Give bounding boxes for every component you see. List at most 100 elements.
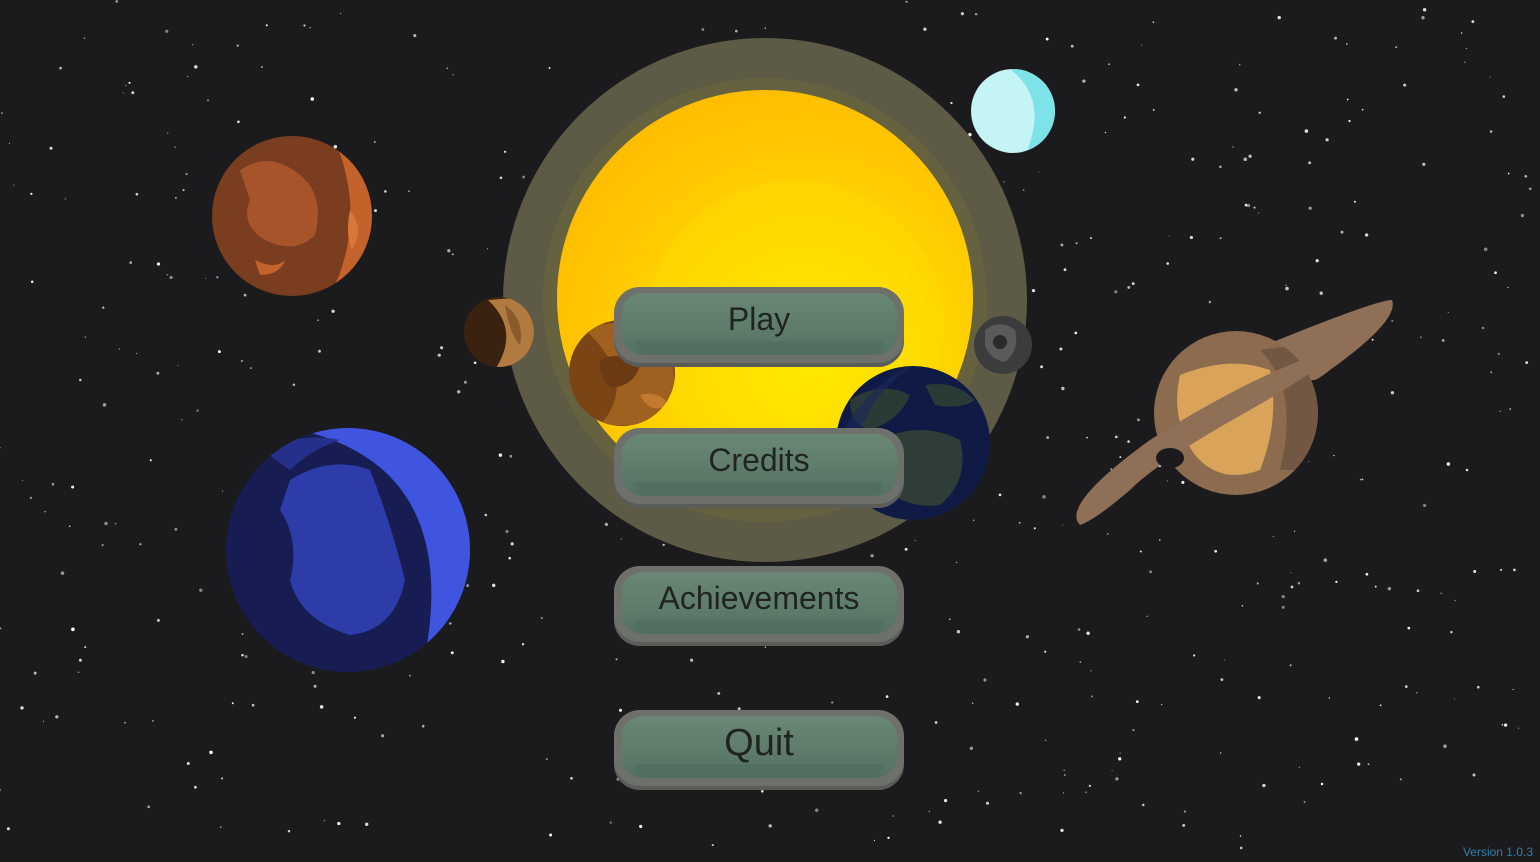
star xyxy=(317,319,319,321)
star xyxy=(243,293,247,297)
star xyxy=(1403,83,1407,87)
star xyxy=(185,173,188,176)
star xyxy=(1086,436,1088,439)
star xyxy=(501,659,505,664)
star xyxy=(318,349,321,353)
star xyxy=(1281,605,1285,609)
star xyxy=(1272,535,1274,538)
star xyxy=(905,0,908,3)
star xyxy=(68,525,71,527)
star xyxy=(1253,206,1256,209)
star xyxy=(8,142,10,144)
star xyxy=(1460,32,1463,34)
star xyxy=(1241,605,1244,607)
star xyxy=(1440,592,1442,594)
star xyxy=(711,844,714,847)
star xyxy=(118,348,121,350)
star xyxy=(1359,478,1362,481)
star xyxy=(64,198,67,200)
star xyxy=(950,101,953,105)
star xyxy=(1182,823,1186,827)
star xyxy=(1379,704,1382,707)
star xyxy=(156,618,160,622)
star xyxy=(1447,312,1449,313)
star xyxy=(437,353,441,357)
star xyxy=(1074,331,1078,335)
star xyxy=(231,702,234,705)
star xyxy=(1219,237,1222,240)
star xyxy=(1022,189,1025,191)
saturn-planet xyxy=(1076,300,1393,525)
achievements-button[interactable]: Achievements xyxy=(614,566,904,646)
star xyxy=(949,618,951,620)
star xyxy=(1289,664,1292,667)
version-label: Version 1.0.3 xyxy=(1462,845,1533,859)
star xyxy=(1290,572,1292,574)
star xyxy=(292,383,296,387)
star xyxy=(0,789,1,791)
star xyxy=(934,721,938,724)
star xyxy=(169,275,173,280)
star xyxy=(831,701,834,704)
star xyxy=(1328,697,1331,699)
star xyxy=(1044,739,1047,742)
star xyxy=(1046,436,1050,439)
star xyxy=(311,671,315,675)
star xyxy=(1166,480,1168,482)
star xyxy=(1159,539,1161,541)
star xyxy=(174,146,176,148)
star xyxy=(1114,290,1118,294)
star xyxy=(331,309,335,313)
star xyxy=(956,561,958,563)
star xyxy=(287,829,291,833)
star xyxy=(870,554,874,558)
star xyxy=(1111,770,1113,772)
star xyxy=(1238,63,1241,66)
star xyxy=(1106,533,1109,535)
star xyxy=(1136,83,1140,87)
star xyxy=(1404,685,1408,688)
star xyxy=(1131,282,1135,285)
star xyxy=(1285,284,1287,286)
star xyxy=(310,97,315,101)
star xyxy=(1416,692,1418,694)
star xyxy=(1490,371,1493,374)
star xyxy=(55,715,59,719)
star xyxy=(1346,98,1349,101)
star xyxy=(1181,480,1185,484)
star xyxy=(972,702,974,704)
star xyxy=(1086,631,1090,636)
star xyxy=(241,633,244,635)
star xyxy=(1018,521,1021,524)
quit-button[interactable]: Quit xyxy=(614,710,904,790)
star xyxy=(1075,242,1078,245)
star xyxy=(84,336,86,338)
star xyxy=(1319,291,1323,295)
star xyxy=(1033,527,1036,530)
star xyxy=(1079,661,1082,663)
star xyxy=(196,409,199,412)
star xyxy=(1501,723,1504,726)
star xyxy=(384,190,387,193)
star xyxy=(131,91,135,95)
star xyxy=(1183,810,1187,813)
star xyxy=(1166,262,1170,265)
credits-button[interactable]: Credits xyxy=(614,428,904,508)
star xyxy=(421,724,425,728)
star xyxy=(522,175,525,179)
play-button[interactable]: Play xyxy=(614,287,904,367)
star xyxy=(1489,130,1493,133)
star xyxy=(1149,570,1153,574)
star xyxy=(1115,777,1119,781)
star xyxy=(1308,206,1312,210)
star xyxy=(466,584,470,588)
star xyxy=(1063,769,1065,772)
star xyxy=(1525,361,1529,364)
star xyxy=(1441,338,1445,342)
star xyxy=(545,758,548,761)
star xyxy=(1132,729,1135,732)
star xyxy=(498,453,503,457)
star xyxy=(1257,696,1261,700)
star xyxy=(1507,286,1509,289)
star xyxy=(1520,213,1525,218)
